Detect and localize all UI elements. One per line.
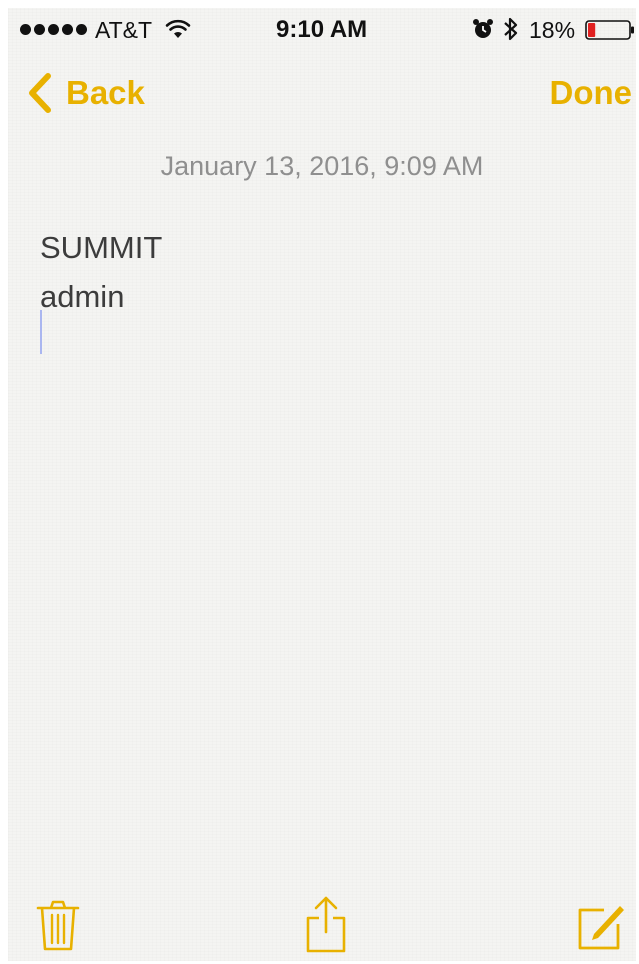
battery-percentage: 18% [529, 17, 576, 43]
back-label: Back [66, 74, 145, 111]
signal-strength-icon [20, 24, 87, 35]
notes-screen: AT&T 9:10 AM 18% Back Done January 13, 2… [8, 8, 636, 961]
compose-icon[interactable] [574, 898, 628, 952]
bluetooth-icon [504, 17, 518, 41]
note-editor[interactable]: SUMMIT admin [40, 223, 600, 321]
trash-icon[interactable] [36, 898, 80, 952]
note-line[interactable]: SUMMIT [40, 223, 600, 272]
done-button[interactable]: Done [550, 74, 633, 112]
wifi-icon [165, 19, 191, 38]
status-time: 9:10 AM [276, 16, 368, 43]
note-date: January 13, 2016, 9:09 AM [160, 151, 484, 181]
chevron-left-icon [29, 73, 51, 113]
status-bar: AT&T 9:10 AM 18% [8, 8, 636, 48]
share-icon[interactable] [304, 894, 348, 954]
carrier-label: AT&T [95, 17, 153, 43]
note-line[interactable]: admin [40, 272, 600, 321]
alarm-icon [473, 19, 493, 38]
battery-icon [585, 20, 634, 40]
back-button[interactable]: Back [26, 70, 145, 116]
text-cursor [40, 310, 42, 354]
